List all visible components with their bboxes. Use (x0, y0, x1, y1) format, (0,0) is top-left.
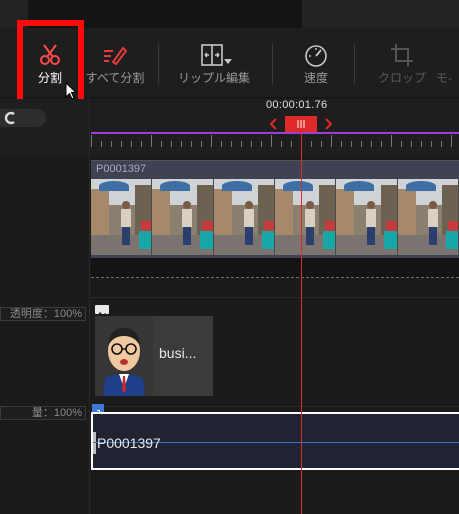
playhead-timecode: 00:00:01.76 (266, 99, 328, 111)
video-thumbnail-frame (152, 179, 214, 255)
split-all-label: すべて分割 (85, 71, 145, 85)
playhead-line (301, 116, 302, 514)
audio-clip-trim-handle[interactable] (93, 432, 96, 454)
timeline-controls (0, 99, 90, 155)
video-thumbnails (91, 179, 459, 255)
crop-label: クロップ (377, 71, 426, 85)
video-thumbnail-frame (397, 179, 459, 255)
video-track-header (0, 156, 90, 296)
ripple-edit-icon (201, 44, 232, 66)
ripple-edit-label: リップル編集 (177, 71, 250, 85)
magnet-icon (4, 111, 15, 125)
businessman-thumbnail (95, 316, 153, 396)
video-thumbnail-frame (274, 179, 337, 255)
ruler-ticks (91, 135, 452, 147)
mouse-cursor-icon (65, 82, 77, 100)
ripple-edit-button[interactable]: リップル編集 (168, 28, 260, 98)
video-thumbnail-frame (91, 179, 153, 255)
audio-track-header: 量：100% (0, 406, 90, 514)
image-clip-title: busi... (159, 345, 197, 361)
top-strip-segment (302, 0, 459, 28)
image-clip[interactable]: busi... (95, 316, 213, 396)
speed-label: 速度 (303, 71, 328, 85)
video-thumbnail-frame (213, 179, 275, 255)
crop-icon (391, 44, 413, 66)
mode-button[interactable]: モ- (436, 28, 459, 98)
crop-button[interactable]: クロップ (372, 28, 432, 98)
playhead-handle[interactable] (285, 116, 317, 132)
mode-label: モ- (436, 71, 452, 85)
speedometer-icon (305, 45, 327, 67)
toolbar-divider (272, 44, 273, 84)
toolbar-divider (354, 44, 355, 84)
volume-label: 量：100% (0, 406, 86, 420)
opacity-label: 透明度：100% (0, 307, 86, 321)
speed-button[interactable]: 速度 (290, 28, 342, 98)
playhead-grip-icon (297, 120, 305, 128)
audio-clip-name: P0001397 (97, 435, 161, 451)
video-clip-audio-strip (91, 258, 459, 278)
snap-toggle[interactable] (0, 109, 46, 127)
video-clip[interactable]: P0001397 (91, 160, 459, 258)
businessman-illustration (95, 316, 153, 396)
audio-clip[interactable]: P0001397 (91, 412, 459, 470)
split-all-button[interactable]: すべて分割 (82, 28, 148, 98)
toolbar-divider (158, 44, 159, 84)
next-frame-icon[interactable] (321, 116, 335, 132)
mode-icon (436, 42, 459, 68)
image-track-header: 透明度：100% (0, 297, 90, 405)
image-track-icon (95, 305, 109, 316)
audio-track-icon (92, 404, 104, 417)
pen-split-icon (104, 46, 128, 66)
prev-frame-icon[interactable] (267, 116, 281, 132)
video-clip-name: P0001397 (96, 163, 147, 175)
work-area-bar (91, 132, 459, 134)
video-thumbnail-frame (336, 179, 398, 255)
